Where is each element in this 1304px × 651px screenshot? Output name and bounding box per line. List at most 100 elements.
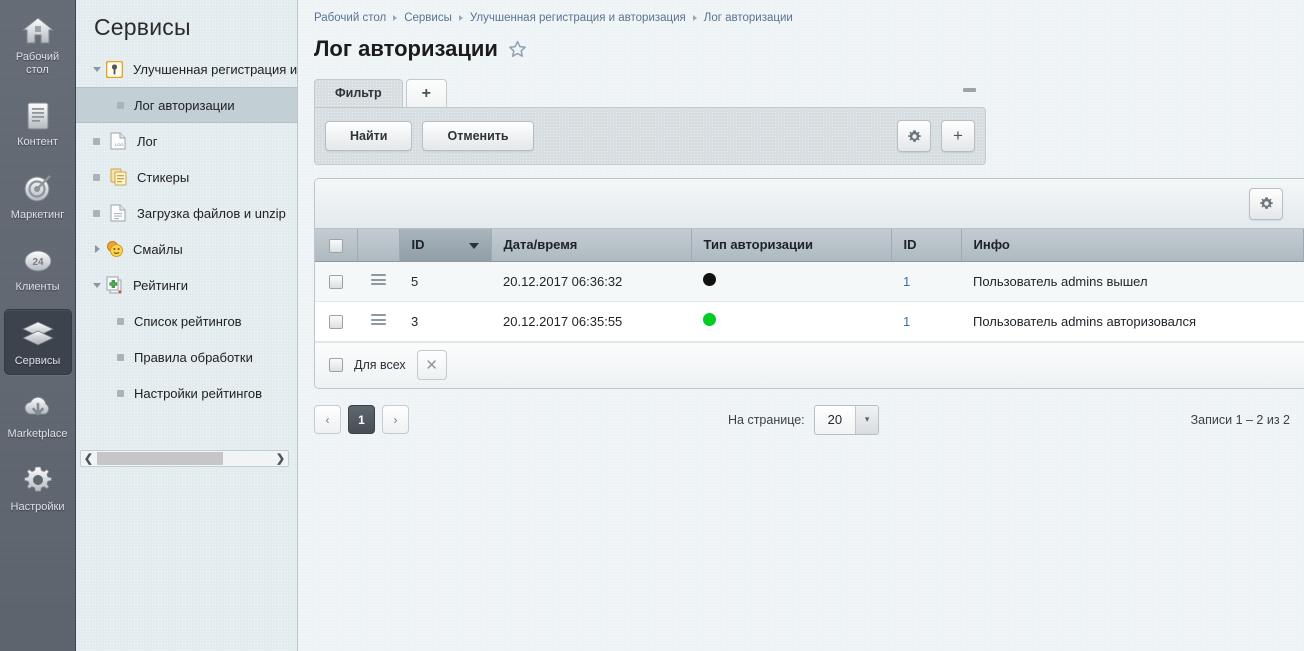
bullet-icon [93,173,100,181]
sidebar-item-ratings[interactable]: Рейтинги [76,267,297,303]
sidebar-item-label: Улучшенная регистрация и [133,61,297,77]
rail-label-settings: Настройки [10,500,65,513]
per-page-select[interactable]: 20 ▾ [813,404,880,435]
star-outline-icon[interactable] [508,40,527,59]
page-title: Лог авторизации [314,36,498,61]
rail-item-clients[interactable]: 24 Клиенты [4,236,72,301]
rail-item-settings[interactable]: Настройки [4,456,72,521]
cell-user-id[interactable]: 1 [891,301,961,342]
bullet-icon [117,101,124,109]
sidebar-item-auth-log[interactable]: Лог авторизации [76,87,297,123]
cell-user-id[interactable]: 1 [891,261,961,302]
sidebar-item-label: Лог авторизации [134,97,235,113]
bullet-icon [93,209,100,217]
row-select-cell[interactable] [315,301,357,342]
rail-label-marketing: Маркетинг [10,208,65,221]
column-header-datetime[interactable]: Дата/время [491,229,692,262]
search-button[interactable]: Найти [325,121,413,151]
content-icon [6,99,70,133]
target-icon [6,172,70,206]
column-header-user-id[interactable]: ID [891,229,962,262]
sidebar-horizontal-scrollbar[interactable]: ❮ ❯ [80,450,289,467]
cancel-button[interactable]: Отменить [422,121,534,151]
gear-icon [1259,196,1274,211]
main-content: Рабочий стол Сервисы Улучшенная регистра… [298,0,1304,651]
filter-settings-button[interactable] [897,120,931,152]
status-dot-login [703,313,716,326]
for-all-checkbox[interactable] [329,358,343,372]
breadcrumb-item-0[interactable]: Рабочий стол [314,12,386,24]
row-actions-cell[interactable] [357,261,399,302]
chevron-right-icon [393,15,398,21]
row-menu-icon[interactable] [370,312,386,328]
grid-toolbar [315,179,1304,229]
cell-id: 5 [399,261,491,302]
grid-settings-button[interactable] [1249,187,1283,220]
row-checkbox[interactable] [329,274,343,289]
chevron-down-icon[interactable] [90,67,104,72]
chevron-right-icon[interactable] [90,245,104,253]
sidebar-item-stickers[interactable]: Стикеры [76,159,297,195]
add-filter-tab-button[interactable]: + [405,79,447,107]
minimize-icon[interactable] [963,88,976,92]
sidebar-item-file-upload[interactable]: Загрузка файлов и unzip [76,195,297,231]
sidebar-tree-list: Улучшенная регистрация и Лог авторизации… [76,51,297,411]
chevron-down-icon[interactable] [90,283,104,288]
cell-id: 3 [399,301,491,342]
next-page-button[interactable]: › [382,405,409,434]
tab-filter[interactable]: Фильтр [314,79,403,107]
pagination-row: ‹ 1 › На странице: 20 ▾ Записи 1 – 2 из … [314,404,1296,435]
rail-item-marketplace[interactable]: Marketplace [4,383,72,448]
sidebar-item-label: Стикеры [137,169,190,185]
breadcrumb-item-2[interactable]: Улучшенная регистрация и авторизация [470,12,686,24]
sidebar-item-ratings-list[interactable]: Список рейтингов [76,303,297,339]
column-header-auth-type[interactable]: Тип авторизации [691,229,892,262]
bullet-icon [117,389,124,397]
per-page-control: На странице: 20 ▾ [728,404,880,435]
column-header-info[interactable]: Инфо [961,229,1304,262]
scroll-right-icon[interactable]: ❯ [273,452,288,465]
sort-desc-icon [468,242,479,249]
chevron-right-icon [692,15,697,21]
row-select-cell[interactable] [315,261,357,302]
sidebar-item-label: Настройки рейтингов [134,385,263,401]
sidebar-item-smileys[interactable]: Смайлы [76,231,297,267]
chevron-right-icon [458,15,463,21]
sidebar-item-processing-rules[interactable]: Правила обработки [76,339,297,375]
table-row[interactable]: 5 20.12.2017 06:36:32 1 Пользователь adm… [315,261,1304,302]
breadcrumb-item-1[interactable]: Сервисы [404,12,452,24]
cell-info: Пользователь admins авторизовался [961,301,1304,342]
breadcrumb-item-3[interactable]: Лог авторизации [704,12,793,24]
rail-item-services[interactable]: Сервисы [3,308,72,375]
select-all-header[interactable] [315,229,358,262]
prev-page-button[interactable]: ‹ [314,405,341,434]
rail-item-marketing[interactable]: Маркетинг [4,164,72,229]
log-doc-icon: LOG [110,132,130,150]
data-grid: ID Дата/время Тип авторизации ID Инфо 5 … [314,178,1304,389]
rail-item-desktop[interactable]: Рабочий стол [4,6,72,83]
clear-selection-button[interactable]: ✕ [416,350,447,380]
log-table: ID Дата/время Тип авторизации ID Инфо 5 … [315,229,1304,342]
sidebar-item-log[interactable]: LOG Лог [76,123,297,159]
scrollbar-thumb[interactable] [97,452,223,465]
sidebar-item-ratings-settings[interactable]: Настройки рейтингов [76,375,297,411]
page-button-1[interactable]: 1 [348,405,375,434]
select-all-checkbox[interactable] [328,238,343,253]
add-filter-field-button[interactable]: + [941,120,975,152]
chevron-down-icon[interactable]: ▾ [855,405,879,434]
sidebar-item-label: Лог [137,133,158,149]
sidebar-item-label: Смайлы [133,241,183,257]
table-row[interactable]: 3 20.12.2017 06:35:55 1 Пользователь adm… [315,301,1304,342]
rail-item-content[interactable]: Контент [4,91,72,156]
per-page-value: 20 [827,412,843,427]
column-header-id[interactable]: ID [399,229,492,262]
row-checkbox[interactable] [329,314,343,329]
key-icon [105,60,126,78]
row-actions-cell[interactable] [357,301,399,342]
sidebar-item-registration[interactable]: Улучшенная регистрация и [76,51,297,87]
row-menu-icon[interactable] [370,272,386,288]
cell-info: Пользователь admins вышел [961,261,1304,302]
filter-panel: Фильтр + Найти Отменить + [314,79,986,165]
scroll-left-icon[interactable]: ❮ [81,452,96,465]
rail-label-services: Сервисы [14,354,61,367]
